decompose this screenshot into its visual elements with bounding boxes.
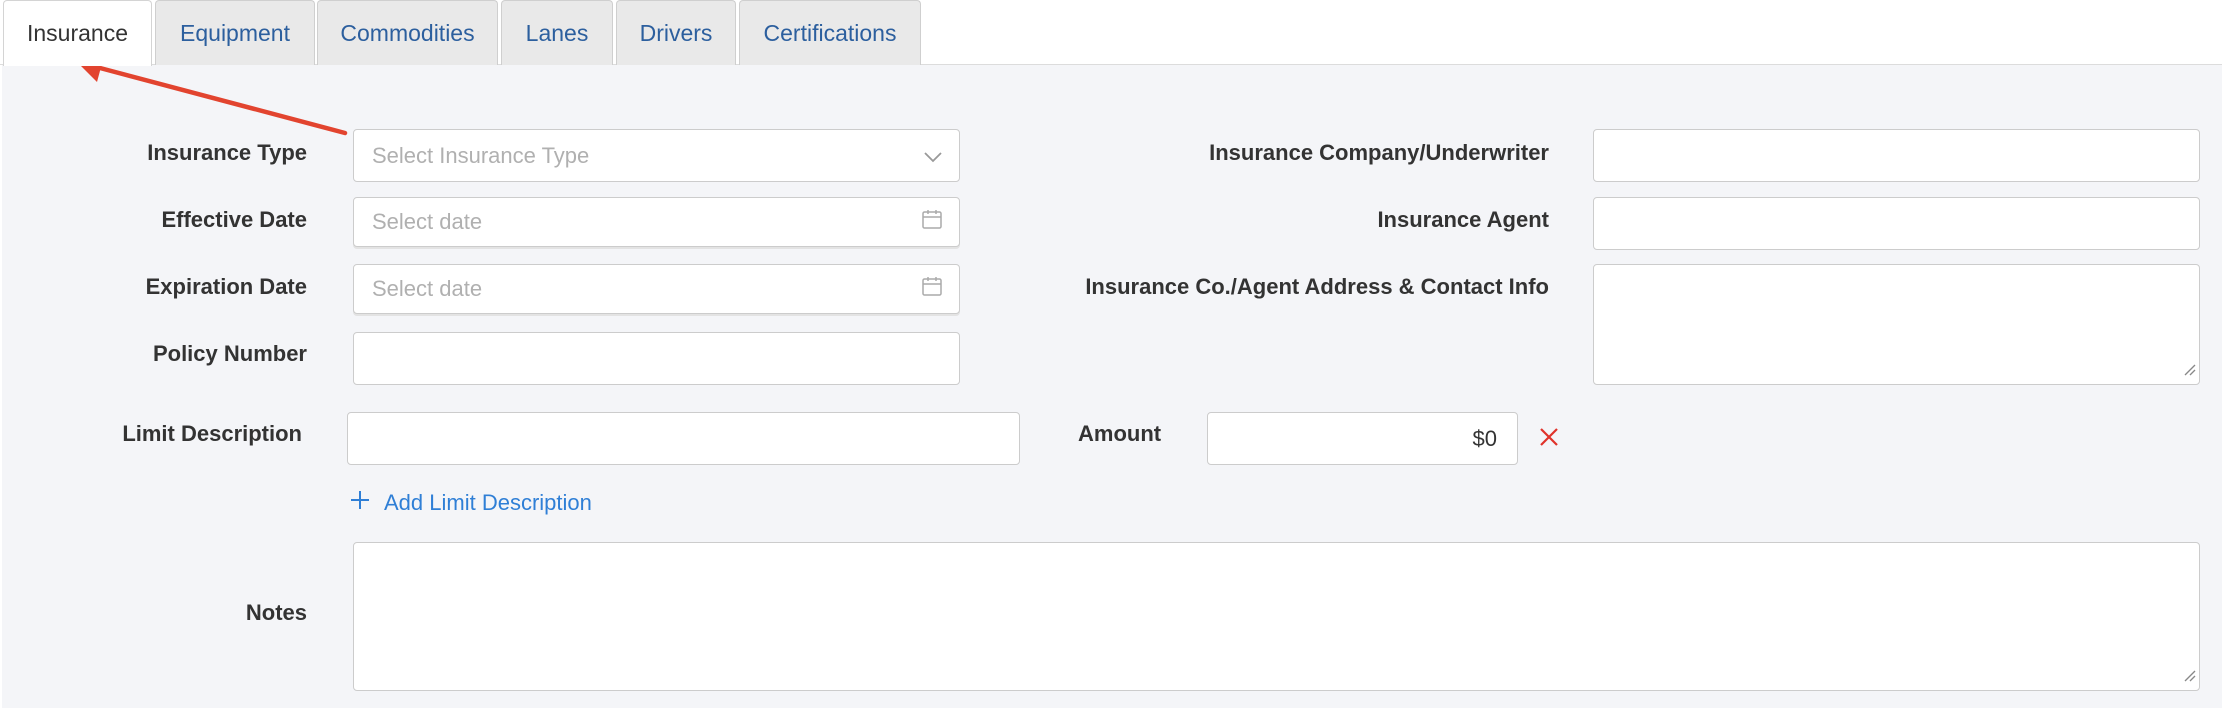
resize-grip-icon[interactable] [2182, 362, 2196, 381]
tab-drivers[interactable]: Drivers [616, 0, 736, 65]
tab-insurance[interactable]: Insurance [3, 0, 152, 66]
limit-description-input[interactable] [348, 413, 1019, 464]
add-limit-description-button[interactable]: Add Limit Description [350, 490, 592, 516]
policy-number-label: Policy Number [152, 341, 307, 366]
insurance-company-input[interactable] [1594, 130, 2199, 181]
tab-lanes[interactable]: Lanes [501, 0, 613, 65]
insurance-company-field[interactable] [1593, 129, 2200, 182]
close-icon [1539, 428, 1559, 451]
plus-icon [350, 490, 384, 516]
insurance-agent-label: Insurance Agent [1377, 207, 1549, 232]
policy-number-input[interactable] [354, 333, 959, 384]
agent-address-textarea[interactable] [1594, 265, 2199, 384]
add-limit-description-label: Add Limit Description [384, 490, 592, 515]
notes-textarea[interactable] [354, 543, 2199, 690]
insurance-company-label: Insurance Company/Underwriter [1209, 140, 1549, 165]
insurance-agent-field[interactable] [1593, 197, 2200, 250]
notes-label: Notes [245, 600, 307, 625]
limit-description-label: Limit Description [122, 421, 302, 446]
calendar-icon [921, 208, 943, 236]
chevron-down-icon [923, 143, 943, 169]
expiration-date-placeholder: Select date [372, 276, 483, 301]
expiration-date-label: Expiration Date [145, 274, 307, 299]
amount-label: Amount [1078, 421, 1162, 446]
effective-date-picker[interactable]: Select date [353, 197, 960, 247]
agent-address-label: Insurance Co./Agent Address & Contact In… [1085, 274, 1549, 299]
notes-field[interactable] [353, 542, 2200, 691]
resize-grip-icon[interactable] [2182, 668, 2196, 687]
insurance-type-select[interactable]: Select Insurance Type [353, 129, 960, 182]
policy-number-field[interactable] [353, 332, 960, 385]
tab-bar: Insurance Equipment Commodities Lanes Dr… [0, 0, 2222, 66]
insurance-type-placeholder: Select Insurance Type [372, 142, 590, 168]
tab-equipment[interactable]: Equipment [155, 0, 315, 65]
limit-description-field[interactable] [347, 412, 1020, 465]
calendar-icon [921, 275, 943, 303]
insurance-agent-input[interactable] [1594, 198, 2199, 249]
effective-date-placeholder: Select date [372, 209, 483, 234]
remove-limit-button[interactable] [1539, 427, 1559, 452]
agent-address-field[interactable] [1593, 264, 2200, 385]
expiration-date-picker[interactable]: Select date [353, 264, 960, 314]
amount-field[interactable]: $0 [1207, 412, 1518, 465]
tab-certifications[interactable]: Certifications [739, 0, 921, 65]
amount-value: $0 [1472, 425, 1497, 451]
tab-commodities[interactable]: Commodities [317, 0, 498, 65]
insurance-type-label: Insurance Type [147, 140, 307, 165]
effective-date-label: Effective Date [161, 207, 307, 232]
